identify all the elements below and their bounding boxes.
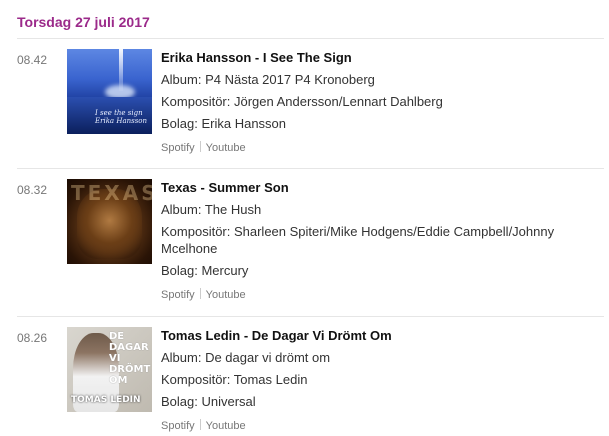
link-separator [199,419,201,430]
track-row: 08.26 DE DAGAR VI DRÖMT OM TOMAS LEDIN Tomas… [0,316,609,436]
youtube-link[interactable]: Youtube [206,289,246,301]
album-cover[interactable]: I see the sign Erika Hansson [67,49,152,134]
track-title: Tomas Ledin - De Dagar Vi Drömt Om [161,328,392,343]
track-row: 08.32 TEXAS Texas - Summer Son Album: Th… [0,168,609,316]
track-composer: Kompositör: Jörgen Andersson/Lennart Dah… [161,94,443,109]
track-info: Tomas Ledin - De Dagar Vi Drömt Om Album… [161,327,601,433]
track-title: Texas - Summer Son [161,180,289,195]
cover-text: I see the sign Erika Hansson [95,109,148,125]
link-separator [199,288,201,299]
track-album: Album: De dagar vi drömt om [161,350,331,365]
track-label: Bolag: Universal [161,394,256,409]
track-label: Bolag: Mercury [161,263,249,278]
date-heading: Torsdag 27 juli 2017 [17,14,150,30]
cover-text: DE DAGAR VI DRÖMT OM [109,331,151,386]
playlist-page: Torsdag 27 juli 2017 08.42 I see the sig… [0,0,609,436]
track-time: 08.42 [17,53,48,67]
link-separator [199,141,201,152]
track-time: 08.26 [17,331,48,345]
youtube-link[interactable]: Youtube [206,142,246,154]
track-links: Spotify Youtube [161,288,601,302]
track-info: Erika Hansson - I See The Sign Album: P4… [161,49,601,155]
track-label: Bolag: Erika Hansson [161,116,287,131]
track-composer: Kompositör: Tomas Ledin [161,372,308,387]
cover-artist-text: TOMAS LEDIN [71,395,141,405]
spotify-link[interactable]: Spotify [161,420,195,432]
spotify-link[interactable]: Spotify [161,289,195,301]
track-time: 08.32 [17,183,48,197]
cover-text: TEXAS [71,181,152,205]
track-links: Spotify Youtube [161,419,601,433]
track-links: Spotify Youtube [161,141,601,155]
spotify-link[interactable]: Spotify [161,142,195,154]
album-cover[interactable]: TEXAS [67,179,152,264]
album-cover[interactable]: DE DAGAR VI DRÖMT OM TOMAS LEDIN [67,327,152,412]
track-album: Album: The Hush [161,202,262,217]
track-composer: Kompositör: Sharleen Spiteri/Mike Hodgen… [161,224,555,256]
track-info: Texas - Summer Son Album: The Hush Kompo… [161,179,601,302]
track-row: 08.42 I see the sign Erika Hansson Erika … [0,38,609,168]
youtube-link[interactable]: Youtube [206,420,246,432]
track-album: Album: P4 Nästa 2017 P4 Kronoberg [161,72,375,87]
track-title: Erika Hansson - I See The Sign [161,50,352,65]
